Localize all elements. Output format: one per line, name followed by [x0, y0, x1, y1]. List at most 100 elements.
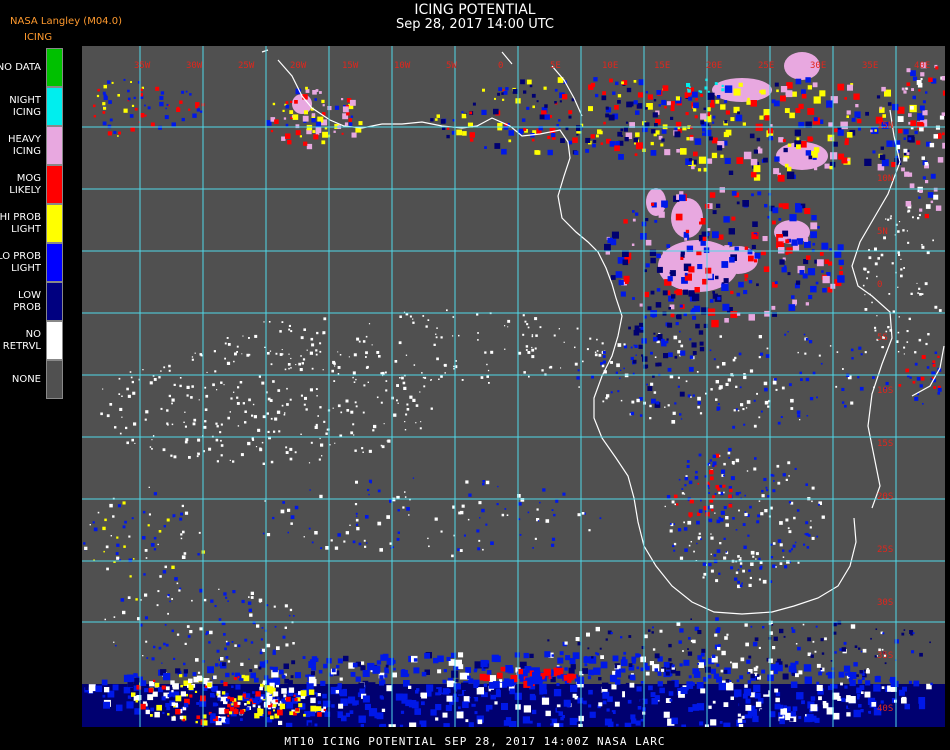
cloud-pixel: [349, 524, 351, 526]
cloud-pixel: [539, 501, 541, 504]
cloud-pixel: [697, 663, 699, 665]
cloud-pixel: [680, 418, 683, 420]
latitude-label: 5N: [877, 227, 888, 237]
cloud-pixel: [163, 642, 166, 646]
cloud-pixel: [688, 512, 693, 517]
cloud-pixel: [404, 421, 406, 423]
cloud-pixel: [218, 707, 226, 715]
cloud-pixel: [588, 106, 593, 112]
cloud-pixel: [618, 280, 624, 286]
cloud-pixel: [446, 695, 453, 702]
cloud-pixel: [688, 675, 692, 679]
cloud-pixel: [404, 491, 406, 493]
cloud-pixel: [790, 718, 794, 722]
cloud-pixel: [807, 534, 811, 537]
cloud-pixel: [606, 708, 610, 712]
cloud-pixel: [805, 483, 808, 486]
cloud-pixel: [115, 644, 117, 647]
cloud-pixel: [224, 357, 226, 360]
cloud-pixel: [763, 266, 770, 272]
cloud-pixel: [106, 414, 110, 418]
cloud-pixel: [795, 280, 801, 285]
cloud-pixel: [233, 360, 235, 363]
cloud-pixel: [924, 162, 929, 166]
cloud-pixel: [657, 681, 663, 687]
cloud-pixel: [298, 362, 301, 366]
cloud-pixel: [848, 671, 854, 677]
cloud-pixel: [745, 698, 751, 704]
cloud-pixel: [199, 627, 203, 631]
cloud-pixel: [881, 86, 886, 92]
cloud-pixel: [715, 380, 719, 384]
cloud-pixel: [254, 713, 260, 719]
cloud-pixel: [814, 717, 820, 723]
cloud-pixel: [636, 398, 640, 403]
cloud-pixel: [520, 79, 525, 85]
cloud-pixel: [252, 704, 256, 708]
cloud-pixel: [829, 165, 833, 170]
cloud-pixel: [497, 92, 501, 96]
cloud-pixel: [588, 529, 591, 532]
cloud-pixel: [632, 218, 636, 222]
cloud-pixel: [698, 509, 703, 513]
cloud-pixel: [503, 90, 508, 95]
cloud-pixel: [481, 508, 485, 513]
cloud-pixel: [300, 690, 307, 697]
cloud-pixel: [183, 673, 188, 677]
cloud-pixel: [717, 271, 721, 275]
cloud-pixel: [102, 102, 106, 106]
cloud-pixel: [901, 167, 905, 172]
cloud-pixel: [785, 478, 788, 481]
cloud-pixel: [736, 157, 744, 164]
cloud-pixel: [216, 460, 219, 463]
cloud-pixel: [739, 386, 742, 389]
cloud-pixel: [385, 389, 388, 392]
cloud-pixel: [481, 109, 487, 115]
cloud-pixel: [433, 657, 439, 664]
cloud-pixel: [658, 211, 665, 218]
cloud-pixel: [696, 217, 701, 222]
cloud-pixel: [186, 385, 190, 389]
cloud-pixel: [777, 421, 781, 425]
cloud-pixel: [935, 125, 940, 130]
cloud-pixel: [142, 655, 144, 657]
cloud-pixel: [699, 721, 704, 726]
cloud-pixel: [696, 542, 698, 545]
cloud-pixel: [541, 697, 550, 705]
cloud-pixel: [286, 403, 289, 406]
cloud-pixel: [689, 355, 694, 359]
cloud-pixel: [467, 518, 470, 521]
cloud-pixel: [309, 710, 316, 717]
cloud-pixel: [585, 148, 590, 153]
cloud-pixel: [841, 697, 846, 702]
cloud-pixel: [95, 685, 102, 693]
cloud-pixel: [932, 239, 934, 242]
cloud-pixel: [589, 337, 592, 340]
cloud-pixel: [834, 128, 838, 133]
cloud-pixel: [659, 687, 665, 694]
cloud-pixel: [718, 682, 726, 691]
cloud-pixel: [900, 274, 903, 278]
cloud-pixel: [320, 443, 324, 447]
cloud-pixel: [660, 339, 665, 344]
cloud-pixel: [282, 501, 285, 504]
cloud-pixel: [738, 509, 740, 512]
cloud-pixel: [440, 119, 446, 124]
cloud-pixel: [829, 248, 832, 251]
cloud-pixel: [894, 639, 899, 644]
cloud-pixel: [724, 120, 728, 124]
cloud-pixel: [197, 671, 201, 674]
cloud-pixel: [753, 399, 756, 402]
cloud-pixel: [179, 384, 182, 388]
cloud-pixel: [285, 133, 291, 139]
cloud-pixel: [661, 668, 665, 672]
cloud-pixel: [906, 341, 909, 343]
cloud-pixel: [761, 494, 765, 498]
cloud-pixel: [241, 599, 245, 604]
cloud-pixel: [725, 679, 730, 683]
cloud-pixel: [129, 575, 132, 578]
cloud-pixel: [376, 396, 379, 399]
cloud-pixel: [714, 512, 716, 514]
cloud-pixel: [805, 377, 810, 382]
cloud-pixel: [754, 259, 758, 263]
